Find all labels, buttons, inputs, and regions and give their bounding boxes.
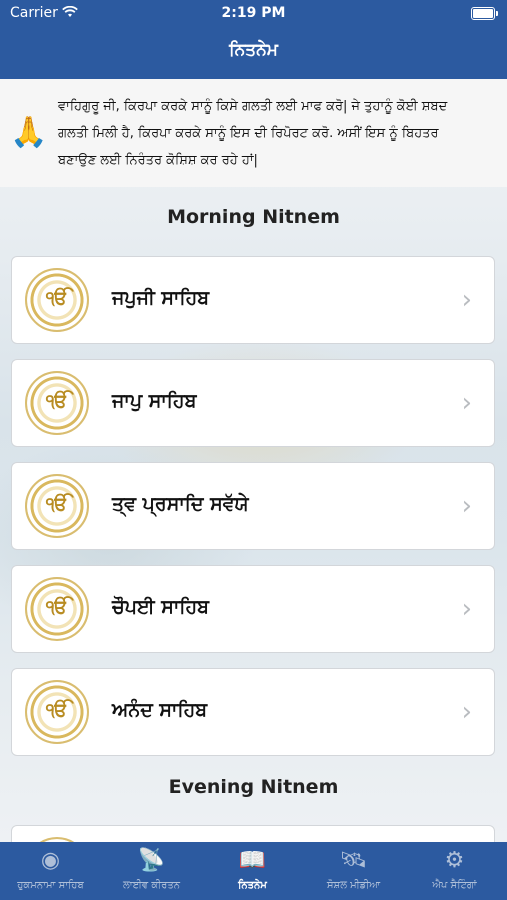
hukamnama-icon: ◉ xyxy=(40,848,61,873)
apology-notice: 🙏 ਵਾਹਿਗੁਰੂ ਜੀ, ਕਿਰਪਾ ਕਰਕੇ ਸਾਨੂੰ ਕਿਸੇ ਗਲਤ… xyxy=(0,79,507,187)
nitnem-item-evening-partial[interactable]: ੴ xyxy=(11,825,495,842)
nitnem-item-label: ਜਪੁਜੀ ਸਾਹਿਬ xyxy=(112,287,210,309)
tab-label: ਨਿਤਨੇਮ xyxy=(238,880,267,891)
khanda-emblem-icon: ੴ xyxy=(25,474,89,538)
khanda-emblem-icon: ੴ xyxy=(25,577,89,641)
chevron-right-icon: › xyxy=(461,697,472,727)
khanda-emblem-icon: ੴ xyxy=(25,268,89,332)
tab-app-settings[interactable]: ⚙ ਐਪ ਸੈਟਿੰਗਾਂ xyxy=(404,842,505,900)
chevron-right-icon: › xyxy=(461,594,472,624)
tab-label: ਲਾਈਵ ਕੀਰਤਨ xyxy=(122,880,181,891)
tab-label: ਸੋਸ਼ਲ ਮੀਡੀਆ xyxy=(326,880,381,891)
app-header: Carrier 2:19 PM ਨਿਤਨੇਮ xyxy=(0,0,507,79)
battery-icon xyxy=(471,7,498,20)
notice-text: ਵਾਹਿਗੁਰੂ ਜੀ, ਕਿਰਪਾ ਕਰਕੇ ਸਾਨੂੰ ਕਿਸੇ ਗਲਤੀ … xyxy=(58,99,448,168)
folded-hands-icon: 🙏 xyxy=(10,115,48,150)
gear-icon: ⚙ xyxy=(444,848,465,873)
satellite-icon: 🛰 xyxy=(339,848,368,873)
nitnem-item-label: ਚੌਪਈ ਸਾਹਿਬ xyxy=(112,596,210,618)
khanda-emblem-icon: ੴ xyxy=(25,371,89,435)
page-title: ਨਿਤਨੇਮ xyxy=(229,40,278,60)
tab-hukamnama-sahib[interactable]: ◉ ਹੁਕਮਨਾਮਾ ਸਾਹਿਬ xyxy=(0,842,101,900)
broadcast-tower-icon: 📡 xyxy=(137,848,166,873)
chevron-right-icon: › xyxy=(461,285,472,315)
tab-nitnem[interactable]: 📖 ਨਿਤਨੇਮ xyxy=(202,842,303,900)
status-time: 2:19 PM xyxy=(221,5,286,21)
nitnem-item-label: ਤ੍ਵ ਪ੍ਰਸਾਦਿ ਸਵੱਯੇ xyxy=(112,493,249,515)
nitnem-item-japji-sahib[interactable]: ੴ ਜਪੁਜੀ ਸਾਹਿਬ › xyxy=(11,256,495,344)
evening-section-title: Evening Nitnem xyxy=(168,776,339,798)
nitnem-item-jaap-sahib[interactable]: ੴ ਜਾਪੁ ਸਾਹਿਬ › xyxy=(11,359,495,447)
chevron-right-icon: › xyxy=(461,491,472,521)
nitnem-item-label: ਅਨੰਦ ਸਾਹਿਬ xyxy=(112,699,208,721)
status-bar: Carrier 2:19 PM xyxy=(0,5,507,25)
tab-live-kirtan[interactable]: 📡 ਲਾਈਵ ਕੀਰਤਨ xyxy=(101,842,202,900)
nitnem-item-tav-prasad-savaiye[interactable]: ੴ ਤ੍ਵ ਪ੍ਰਸਾਦਿ ਸਵੱਯੇ › xyxy=(11,462,495,550)
khanda-emblem-icon: ੴ xyxy=(25,680,89,744)
main-content[interactable]: 🙏 ਵਾਹਿਗੁਰੂ ਜੀ, ਕਿਰਪਾ ਕਰਕੇ ਸਾਨੂੰ ਕਿਸੇ ਗਲਤ… xyxy=(0,79,507,842)
tab-social-media[interactable]: 🛰 ਸੋਸ਼ਲ ਮੀਡੀਆ xyxy=(303,842,404,900)
morning-section-title: Morning Nitnem xyxy=(167,206,340,228)
nitnem-item-chaupai-sahib[interactable]: ੴ ਚੌਪਈ ਸਾਹਿਬ › xyxy=(11,565,495,653)
tab-label: ਹੁਕਮਨਾਮਾ ਸਾਹਿਬ xyxy=(17,880,84,891)
nitnem-item-label: ਜਾਪੁ ਸਾਹਿਬ xyxy=(112,390,197,412)
nitnem-item-anand-sahib[interactable]: ੴ ਅਨੰਦ ਸਾਹਿਬ › xyxy=(11,668,495,756)
tab-label: ਐਪ ਸੈਟਿੰਗਾਂ xyxy=(432,880,477,891)
tab-bar: ◉ ਹੁਕਮਨਾਮਾ ਸਾਹਿਬ 📡 ਲਾਈਵ ਕੀਰਤਨ 📖 ਨਿਤਨੇਮ 🛰… xyxy=(0,842,507,900)
chevron-right-icon: › xyxy=(461,388,472,418)
book-icon: 📖 xyxy=(238,848,267,873)
